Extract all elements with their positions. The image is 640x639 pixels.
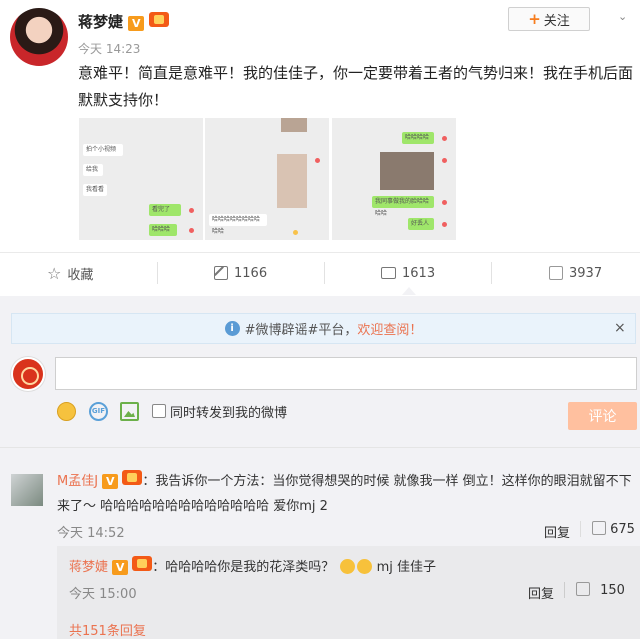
follow-button[interactable]: + 关注 xyxy=(508,7,590,31)
favorite-label: 收藏 xyxy=(67,267,94,283)
post-image-3[interactable]: 哈哈哈哈 我同事做我的脸哈哈哈哈 好丢人 xyxy=(332,118,456,240)
chat-bubble: 给我 xyxy=(83,164,103,176)
photo-thumbnail xyxy=(281,118,307,132)
sub-reply-body: 蒋梦婕 V ：哈哈哈哈你是我的花泽类吗？ mj 佳佳子 xyxy=(69,556,436,579)
author-avatar[interactable] xyxy=(10,8,68,66)
comment-text: ：我告诉你一个方法：当你觉得想哭的时候 就像我一样 倒立！这样你的眼泪就留不下来… xyxy=(57,474,632,514)
submit-comment-button[interactable]: 评论 xyxy=(568,402,637,430)
chat-bubble: 哈哈哈哈哈哈哈哈哈哈 xyxy=(209,214,267,235)
notice-link[interactable]: 欢迎查阅！ xyxy=(357,319,422,338)
divider xyxy=(157,262,158,284)
unread-dot-icon xyxy=(442,136,447,141)
sad-face-emoji-icon xyxy=(340,559,356,574)
repost-count: 1166 xyxy=(234,265,268,281)
comment-like-count: 675 xyxy=(610,522,635,537)
follow-label: 关注 xyxy=(543,13,570,29)
like-count: 3937 xyxy=(569,265,603,281)
thumbs-up-icon xyxy=(576,582,590,596)
repost-action[interactable]: 1166 xyxy=(214,262,267,284)
sub-reply-time: 今天 15:00 xyxy=(69,587,137,602)
divider xyxy=(0,252,640,253)
unread-dot-icon xyxy=(315,158,320,163)
repost-checkbox-label[interactable]: 同时转发到我的微博 xyxy=(170,402,287,421)
comment-input[interactable] xyxy=(55,357,637,390)
unread-dot-icon xyxy=(442,200,447,205)
commenter-avatar[interactable] xyxy=(11,474,43,506)
star-icon: ☆ xyxy=(47,263,62,283)
chat-bubble: 我看看 xyxy=(83,184,107,196)
thumbs-up-icon xyxy=(549,266,563,280)
favorite-action[interactable]: ☆ 收藏 xyxy=(47,262,93,284)
emoji-icon xyxy=(293,230,298,235)
image-icon[interactable] xyxy=(120,402,139,421)
unread-dot-icon xyxy=(189,228,194,233)
sub-reply-like-button[interactable]: 150 xyxy=(576,582,625,598)
verified-v-icon: V xyxy=(102,474,119,489)
comment-action[interactable]: 1613 xyxy=(381,262,435,284)
post-image-1[interactable]: 拍个小视频 给我 我看看 看完了 哈哈哈 xyxy=(79,118,203,240)
active-tab-caret xyxy=(402,287,416,295)
chat-bubble: 拍个小视频 xyxy=(83,144,123,156)
comment-like-button[interactable]: 675 xyxy=(592,521,635,537)
comment-body: M孟佳J V ：我告诉你一个方法：当你觉得想哭的时候 就像我一样 倒立！这样你的… xyxy=(57,469,637,519)
author-name[interactable]: 蒋梦婕 xyxy=(78,13,123,31)
reply-button[interactable]: 回复 xyxy=(544,522,570,541)
thumbs-up-icon xyxy=(592,521,606,535)
current-user-avatar[interactable] xyxy=(11,357,45,391)
comment-count: 1613 xyxy=(402,265,436,281)
chat-bubble: 我同事做我的脸哈哈哈哈 xyxy=(372,196,434,217)
chat-bubble: 哈哈哈哈 xyxy=(402,132,434,144)
emoji-icon[interactable] xyxy=(57,402,76,421)
post-time[interactable]: 今天 14:23 xyxy=(78,40,140,57)
notice-text: #微博辟谣#平台， xyxy=(244,323,358,338)
like-action[interactable]: 3937 xyxy=(549,262,602,284)
divider xyxy=(491,262,492,284)
chat-bubble: 哈哈哈 xyxy=(149,224,177,236)
comment-time: 今天 14:52 xyxy=(57,526,125,541)
info-icon: i xyxy=(224,321,240,336)
gif-icon[interactable]: GIF xyxy=(89,402,108,421)
divider xyxy=(564,582,565,598)
sub-reply-like-count: 150 xyxy=(600,583,625,598)
post-text: 意难平！简直是意难平！我的佳佳子，你一定要带着王者的气势归来！我在手机后面默默支… xyxy=(78,64,634,109)
sad-face-emoji-icon xyxy=(357,559,373,574)
sub-reply-text: ：哈哈哈哈你是我的花泽类吗？ xyxy=(152,560,335,575)
repost-icon xyxy=(214,266,228,280)
more-replies-link[interactable]: 共151条回复 xyxy=(69,620,146,639)
sub-reply-author[interactable]: 蒋梦婕 xyxy=(69,560,108,575)
post-image-2[interactable]: 哈哈哈哈哈哈哈哈哈哈 xyxy=(205,118,329,240)
car-photo xyxy=(380,152,434,190)
chevron-down-icon[interactable]: ⌄ xyxy=(618,10,627,23)
repost-checkbox[interactable] xyxy=(152,404,166,418)
member-badge-icon xyxy=(132,556,153,571)
member-badge-icon xyxy=(149,12,170,27)
chat-bubble: 好丢人 xyxy=(408,218,434,230)
comment-icon xyxy=(381,267,396,279)
member-badge-icon xyxy=(122,470,143,485)
plus-icon: + xyxy=(528,10,541,28)
commenter-name[interactable]: M孟佳J xyxy=(57,474,98,489)
author-name-row: 蒋梦婕 V xyxy=(78,11,170,32)
chat-bubble: 看完了 xyxy=(149,204,181,216)
unread-dot-icon xyxy=(189,208,194,213)
verified-v-icon: V xyxy=(112,560,129,575)
close-icon[interactable]: × xyxy=(614,320,626,336)
unread-dot-icon xyxy=(442,222,447,227)
sub-reply-button[interactable]: 回复 xyxy=(528,583,554,602)
divider xyxy=(580,521,581,537)
sub-reply-text-end: mj 佳佳子 xyxy=(376,560,437,575)
verified-v-icon: V xyxy=(128,16,145,31)
divider xyxy=(324,262,325,284)
rumor-notice-banner: i #微博辟谣#平台， 欢迎查阅！ xyxy=(11,313,636,344)
unread-dot-icon xyxy=(442,158,447,163)
divider xyxy=(0,447,640,448)
selfie-photo xyxy=(277,154,307,208)
